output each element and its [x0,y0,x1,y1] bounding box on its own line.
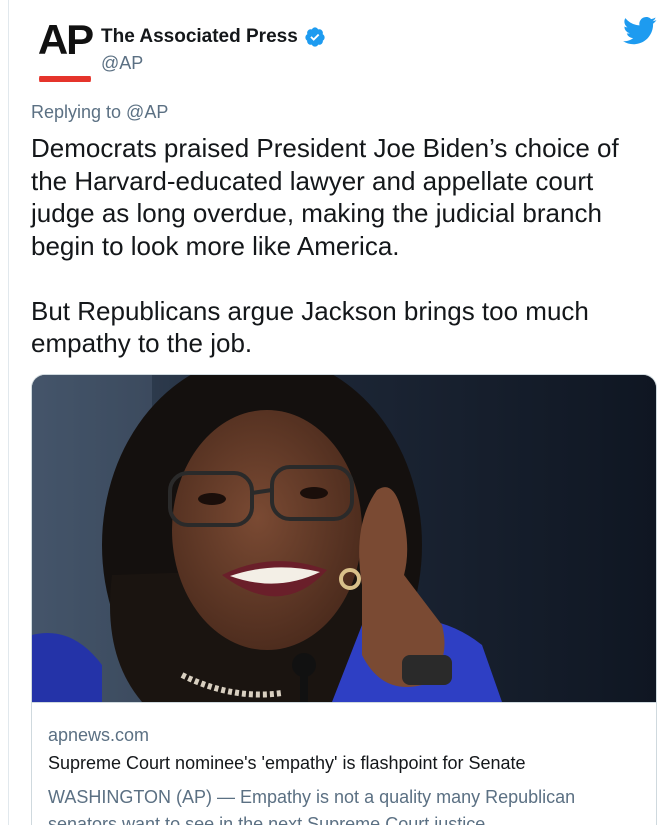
link-domain[interactable]: apnews.com [48,725,149,746]
link-title[interactable]: Supreme Court nominee's 'empathy' is fla… [48,753,648,774]
tweet-card[interactable]: AP The Associated Press @AP Replying to … [8,0,666,825]
ap-logo: AP [37,16,94,63]
author-handle[interactable]: @AP [101,53,143,74]
author-name[interactable]: The Associated Press [101,26,326,48]
link-description[interactable]: WASHINGTON (AP) — Empathy is not a quali… [48,784,648,825]
reply-context[interactable]: Replying to @AP [31,102,168,123]
author-avatar[interactable]: AP [35,12,95,82]
tweet-body-text: Democrats praised President Joe Biden’s … [31,133,619,358]
article-photo[interactable] [32,375,656,702]
verified-badge-icon [305,27,325,47]
twitter-bird-icon[interactable] [623,16,657,46]
link-preview-card[interactable]: apnews.com Supreme Court nominee's 'empa… [31,374,657,825]
author-name-text[interactable]: The Associated Press [101,26,298,48]
article-photo-illustration [32,375,656,702]
